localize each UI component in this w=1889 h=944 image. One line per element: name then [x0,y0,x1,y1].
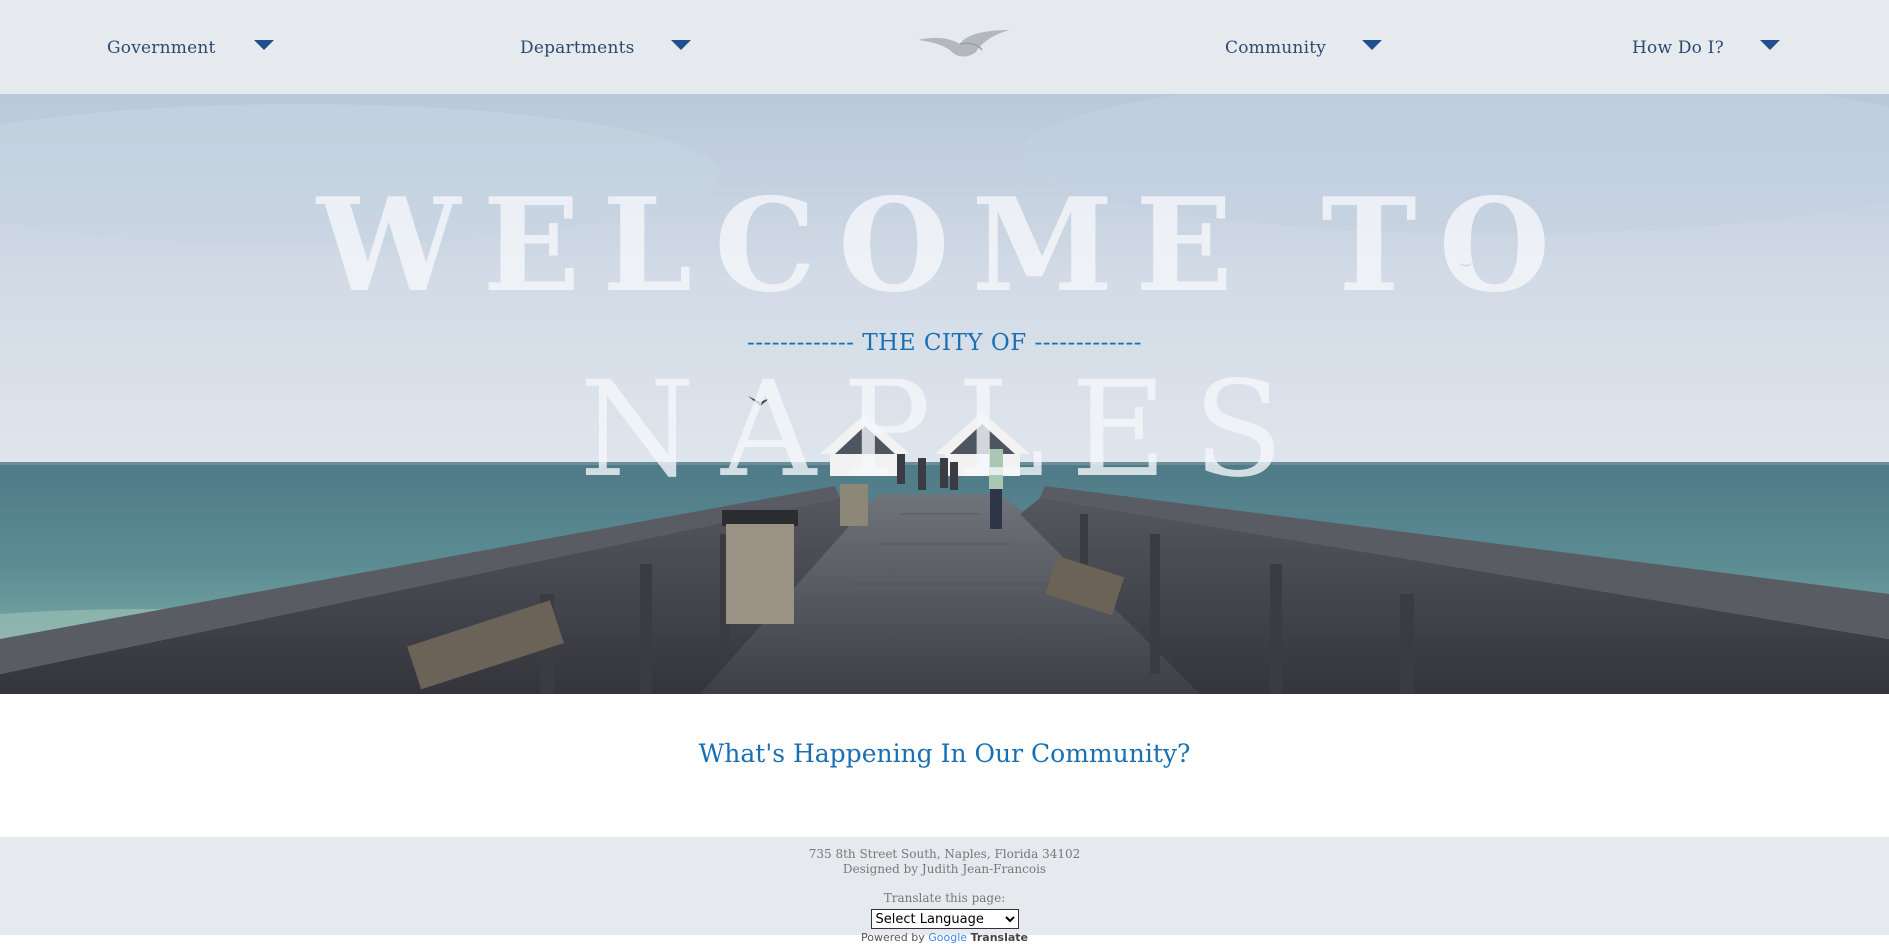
footer-address: 735 8th Street South, Naples, Florida 34… [808,847,1081,861]
hero-welcome-text: WELCOME TO [316,171,1573,321]
hero-banner: WELCOME TO ------------- THE CITY OF ---… [0,94,1889,694]
seagull-logo-icon[interactable] [916,28,1012,60]
translate-logo-text: Translate [970,931,1028,944]
nav-community-label: Community [1225,38,1327,58]
powered-by-google-translate[interactable]: Powered by Google Translate [0,931,1889,944]
nav-departments[interactable]: Departments [520,38,691,58]
footer: 735 8th Street South, Naples, Florida 34… [0,837,1889,944]
caret-down-icon[interactable] [670,40,691,50]
nav-how-do-i-label: How Do I? [1632,38,1724,58]
nav-government-label: Government [107,38,216,58]
top-navigation: Government Departments Community How Do … [0,0,1889,94]
footer-designer: Designed by Judith Jean-Francois [842,862,1047,876]
nav-how-do-i[interactable]: How Do I? [1632,38,1780,58]
powered-by-label: Powered by [861,931,925,944]
community-heading: What's Happening In Our Community? [698,739,1191,768]
translate-label: Translate this page: [883,891,1006,905]
hero-city-name: NAPLES [579,353,1310,507]
caret-down-icon[interactable] [1759,40,1780,50]
nav-community[interactable]: Community [1225,38,1383,58]
caret-down-icon[interactable] [253,40,274,50]
google-logo-text: Google [928,931,968,944]
caret-down-icon[interactable] [1362,40,1383,50]
language-select[interactable]: Select Language [870,909,1019,929]
nav-departments-label: Departments [520,38,635,58]
nav-government[interactable]: Government [107,38,274,58]
